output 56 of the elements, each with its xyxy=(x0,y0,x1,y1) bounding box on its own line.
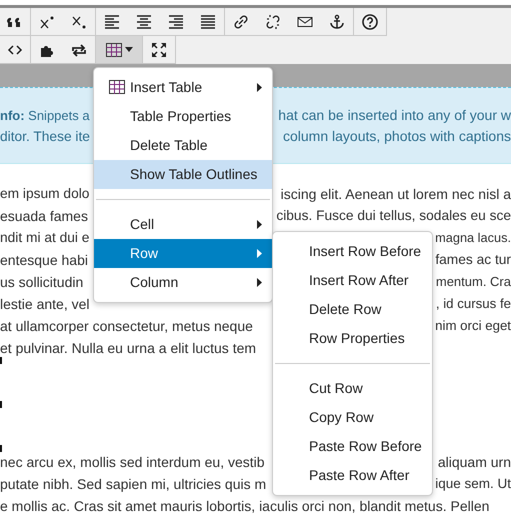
menu-item[interactable]: Show Table Outlines xyxy=(94,160,272,189)
menu-item[interactable]: Paste Row Before xyxy=(273,432,432,461)
paragraph-text: esuada fames xyxy=(0,207,88,226)
paragraph-text: ndit mi at dui e xyxy=(0,229,90,247)
menu-item[interactable]: Insert Table xyxy=(94,73,272,102)
paragraph-text: fames ac tur xyxy=(435,251,511,269)
paragraph-text: putate nibh. Sed sapien mi, ultricies quis m xyxy=(0,475,266,494)
link-icon xyxy=(233,14,249,30)
table-button[interactable] xyxy=(96,36,142,63)
paragraph-text: et pulvinar. Nulla eu urna a elit luctus tem xyxy=(0,339,256,358)
repeat-icon xyxy=(71,42,87,58)
menu-item[interactable]: Delete Table xyxy=(94,131,272,160)
unlink-icon xyxy=(265,14,281,30)
info-text: hat can be inserted into any of your w xyxy=(278,106,511,125)
paragraph-text: em ipsum dolo xyxy=(0,185,90,203)
menu-item[interactable]: Paste Row After xyxy=(273,461,432,490)
paragraph-text: e mollis ac. Cras sit amet mauris lobortis, iaculis orci non, blandit metus. Pellen xyxy=(0,497,490,516)
menu-item[interactable]: Insert Row Before xyxy=(273,237,432,266)
paragraph-text: iscing elit. Aenean ut lorem nec nisl a xyxy=(280,185,511,204)
align-left-icon xyxy=(104,14,120,30)
anchor-icon xyxy=(329,14,345,30)
menu-item[interactable]: Row xyxy=(94,239,272,268)
info-text: ditor. These ite xyxy=(0,128,90,146)
align-center-icon xyxy=(136,14,152,30)
paragraph-text: ique sem. Ut xyxy=(435,475,511,493)
justify-icon xyxy=(200,14,216,30)
fullscreen-icon xyxy=(151,42,167,58)
table-outline-mark xyxy=(0,445,2,452)
paragraph-text: , id cursus fe xyxy=(436,295,511,313)
paragraph-text: entesque habi xyxy=(0,251,88,270)
table-outline-mark xyxy=(0,401,2,408)
menu-item[interactable]: Row Properties xyxy=(273,324,432,353)
help-icon xyxy=(362,14,378,30)
table-outline-mark xyxy=(0,357,2,364)
info-text: nfo: Snippets a xyxy=(0,107,90,125)
paragraph-text: magna lacus. xyxy=(435,229,511,247)
paragraph-text: lestie ante, vel xyxy=(0,295,90,314)
menu-item[interactable]: Table Properties xyxy=(94,102,272,131)
paragraph-text: nim orci eget xyxy=(435,317,511,335)
paragraph-text: aliquam urn xyxy=(438,453,511,472)
menu-item[interactable]: Insert Row After xyxy=(273,266,432,295)
table-icon xyxy=(106,42,122,56)
menu-item[interactable]: Column xyxy=(94,268,272,297)
menu-item[interactable]: Cut Row xyxy=(273,374,432,403)
info-text: column layouts, photos with captions xyxy=(282,127,511,146)
paragraph-text: mentum. Cra xyxy=(436,273,511,291)
paragraph-text: nec arcu ex, mollis sed interdum eu, vestib xyxy=(0,453,265,472)
menu-item[interactable]: Delete Row xyxy=(273,295,432,324)
paragraph-text: us sollicitudin xyxy=(0,273,84,292)
paragraph-text: cibus. Fusce dui tellus, sodales eu sce xyxy=(276,207,511,225)
align-right-icon xyxy=(168,14,184,30)
paragraph-text: at ullamcorper consectetur, metus neque xyxy=(0,317,253,336)
menu-item[interactable]: Copy Row xyxy=(273,403,432,432)
table-icon xyxy=(109,80,125,94)
superscript-icon xyxy=(39,14,55,30)
menu-item[interactable]: Cell xyxy=(94,210,272,239)
